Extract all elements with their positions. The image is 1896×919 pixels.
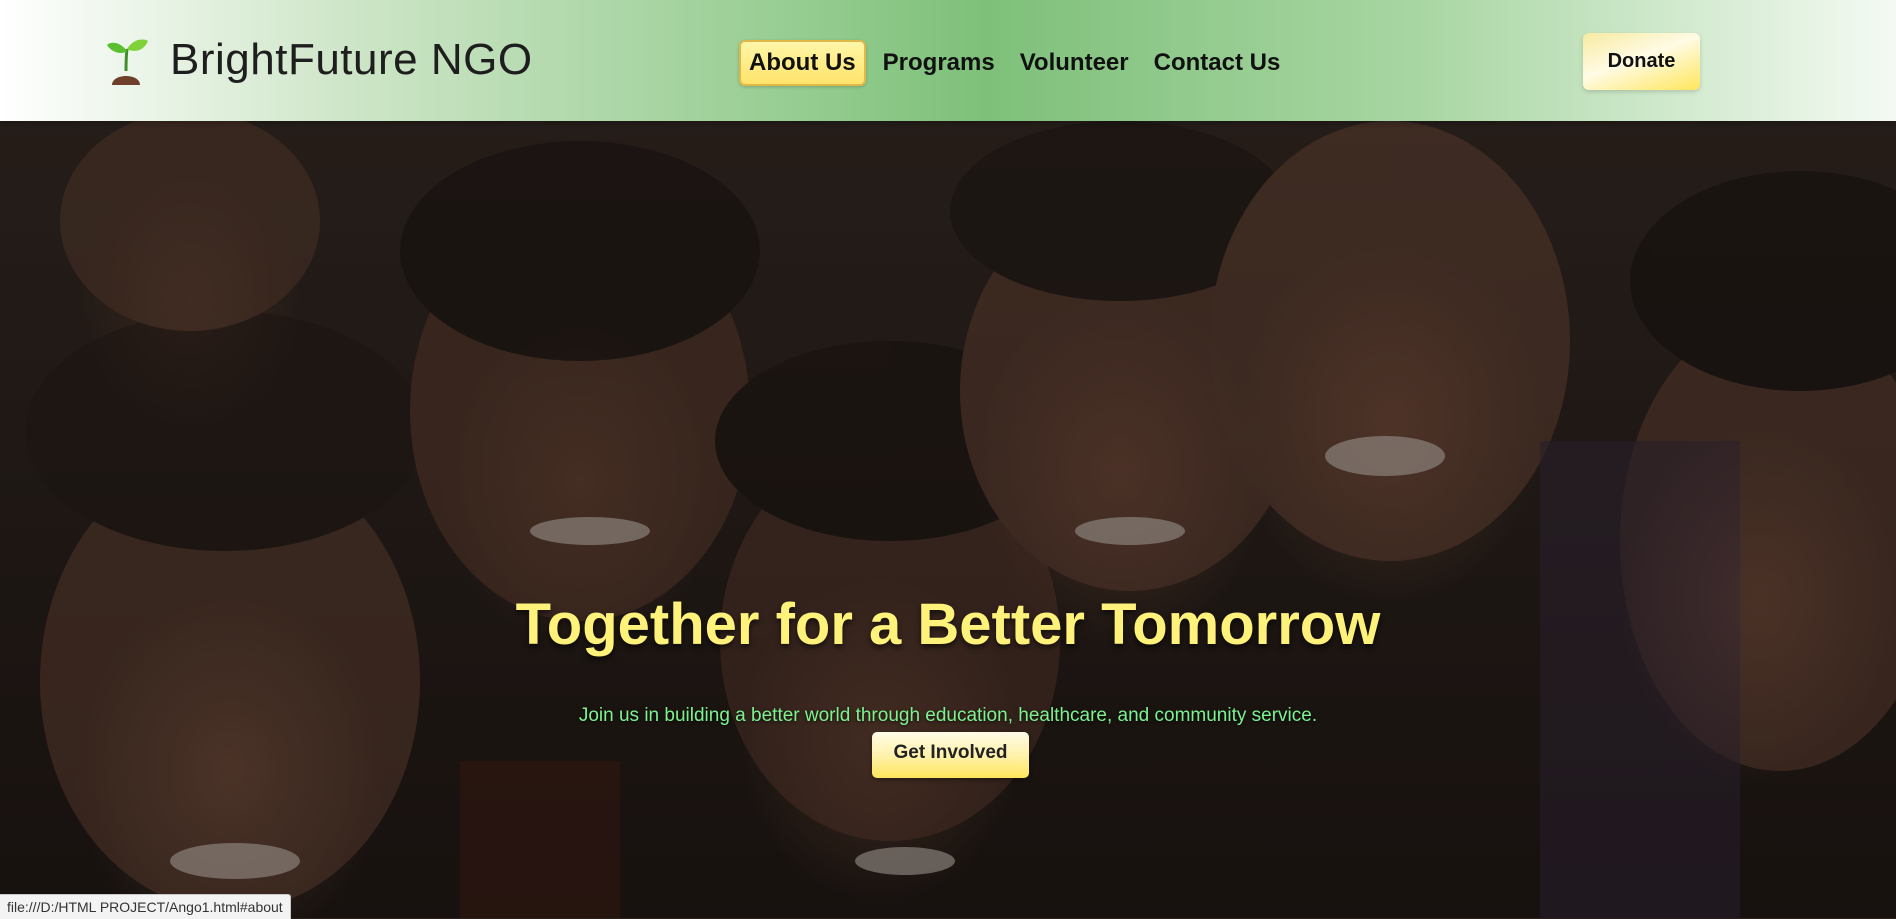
main-nav: About Us Programs Volunteer Contact Us [739, 40, 1297, 86]
nav-item-programs[interactable]: Programs [875, 42, 1003, 84]
hero-subtitle: Join us in building a better world throu… [578, 705, 1318, 726]
hero-overlay [0, 121, 1896, 918]
get-involved-button[interactable]: Get Involved [872, 732, 1029, 778]
nav-item-contact-us[interactable]: Contact Us [1146, 42, 1289, 84]
browser-status-url: file:///D:/HTML PROJECT/Ango1.html#about [0, 894, 291, 919]
brand-name: BrightFuture NGO [170, 35, 533, 84]
site-header: BrightFuture NGO About Us Programs Volun… [0, 0, 1896, 121]
hero-section: Together for a Better Tomorrow Join us i… [0, 121, 1896, 918]
nav-item-volunteer[interactable]: Volunteer [1012, 42, 1137, 84]
nav-item-about-us[interactable]: About Us [739, 40, 866, 86]
hero-title: Together for a Better Tomorrow [515, 592, 1381, 657]
brand[interactable]: BrightFuture NGO [104, 32, 533, 88]
donate-button[interactable]: Donate [1583, 33, 1700, 90]
seedling-icon [107, 39, 148, 85]
